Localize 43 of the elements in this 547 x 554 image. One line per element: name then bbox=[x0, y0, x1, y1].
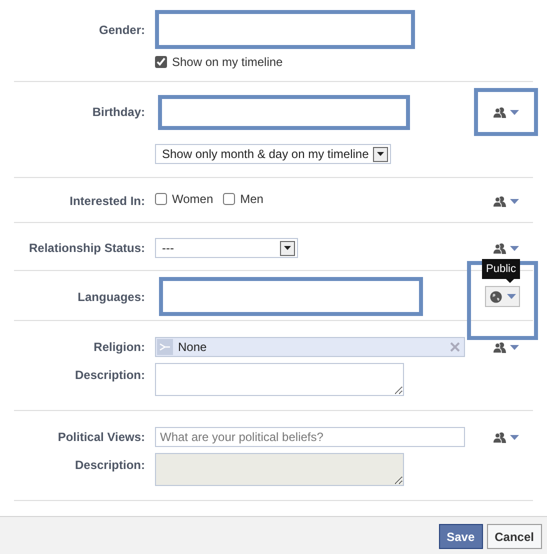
caret-icon bbox=[510, 110, 519, 114]
privacy-button[interactable] bbox=[493, 196, 519, 206]
caret-icon bbox=[510, 344, 519, 350]
people-icon bbox=[493, 242, 506, 254]
dropdown[interactable]: Show only month & day on my timeline bbox=[155, 144, 391, 164]
field-label: Political Views: bbox=[56, 429, 145, 446]
checkbox[interactable] bbox=[223, 193, 236, 205]
token-field[interactable]: None bbox=[155, 337, 465, 357]
button[interactable]: Cancel bbox=[486, 524, 542, 549]
button[interactable]: Save bbox=[438, 524, 483, 549]
people-icon bbox=[493, 342, 506, 352]
caret-icon bbox=[510, 198, 519, 204]
token-label: None bbox=[178, 339, 207, 356]
field-label: Birthday: bbox=[91, 104, 145, 121]
checkbox[interactable] bbox=[155, 56, 167, 68]
people-icon bbox=[493, 432, 506, 442]
privacy-button[interactable] bbox=[493, 242, 519, 254]
caret-icon bbox=[506, 294, 516, 299]
input-field[interactable] bbox=[155, 10, 415, 49]
globe-icon bbox=[490, 290, 502, 302]
caret-icon bbox=[510, 434, 519, 440]
caret-icon bbox=[510, 246, 519, 250]
input-field[interactable] bbox=[159, 277, 423, 316]
field-label: Description: bbox=[74, 457, 145, 474]
privacy-button[interactable] bbox=[493, 432, 519, 442]
field-label: Interested In: bbox=[68, 193, 145, 210]
field-label: Gender: bbox=[98, 22, 145, 38]
checkbox[interactable] bbox=[155, 193, 167, 205]
field-label: Languages: bbox=[76, 288, 145, 306]
dropdown[interactable]: --- bbox=[155, 238, 298, 258]
field-label: Relationship Status: bbox=[28, 240, 145, 257]
people-icon bbox=[493, 106, 506, 118]
people-icon bbox=[493, 196, 506, 206]
branch-icon bbox=[157, 339, 173, 355]
checkbox-label: Women bbox=[172, 191, 214, 208]
field-label: Religion: bbox=[92, 339, 145, 356]
field-label: Description: bbox=[74, 367, 145, 384]
checkbox-label: Show on my timeline bbox=[172, 54, 283, 71]
input-field[interactable]: What are your political beliefs? bbox=[155, 427, 465, 447]
privacy-button[interactable] bbox=[493, 342, 519, 352]
checkbox-label: Men bbox=[240, 191, 264, 208]
input-field[interactable] bbox=[158, 94, 410, 130]
privacy-button[interactable] bbox=[493, 106, 519, 118]
